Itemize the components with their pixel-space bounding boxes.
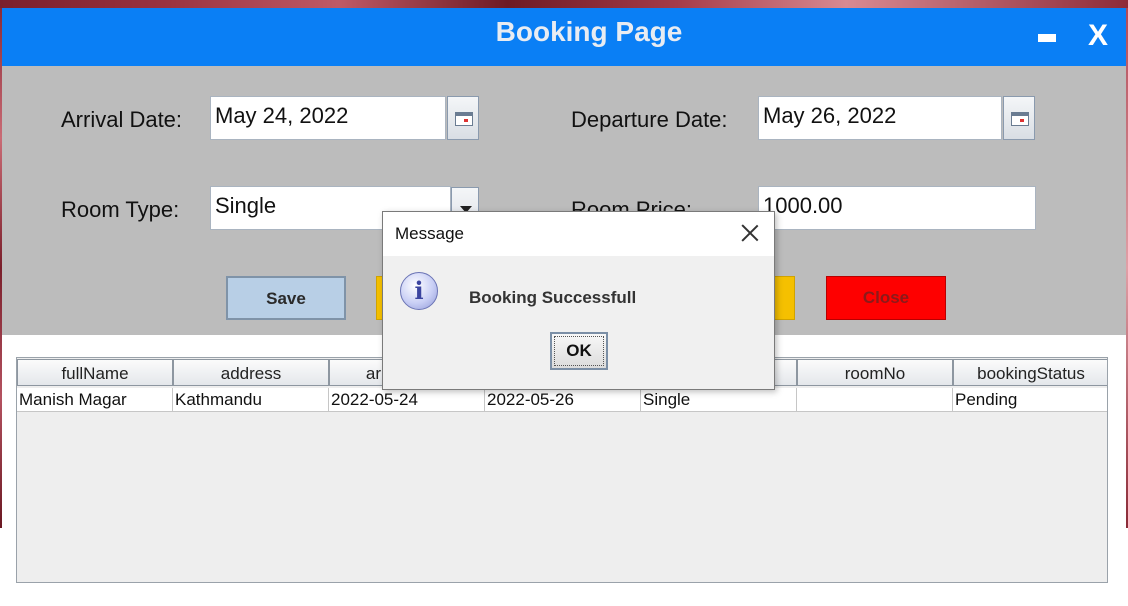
close-icon[interactable] (741, 224, 759, 242)
dialog-title: Message (395, 224, 464, 243)
arrival-date-picker-button[interactable] (447, 96, 479, 140)
column-header-bookingStatus[interactable]: bookingStatus (953, 359, 1107, 386)
table-cell-fullName[interactable]: Manish Magar (17, 388, 173, 412)
table-cell-departureDate[interactable]: 2022-05-26 (485, 388, 641, 412)
close-window-button[interactable]: X (1088, 16, 1108, 56)
table-cell-arrivalDate[interactable]: 2022-05-24 (329, 388, 485, 412)
title-bar: Booking Page X (2, 8, 1126, 66)
close-button[interactable]: Close (826, 276, 946, 320)
table-cell-address[interactable]: Kathmandu (173, 388, 329, 412)
desktop-background (0, 0, 1128, 8)
table-cell-bookingStatus[interactable]: Pending (953, 388, 1107, 412)
ok-button[interactable]: OK (550, 332, 608, 370)
save-button[interactable]: Save (226, 276, 346, 320)
room-price-field[interactable]: 1000.00 (758, 186, 1036, 230)
table-row[interactable]: Manish Magar Kathmandu 2022-05-24 2022-05-2… (17, 388, 1107, 412)
room-type-label: Room Type: (61, 197, 180, 222)
table-cell-roomType[interactable]: Single (641, 388, 797, 412)
departure-date-field[interactable]: May 26, 2022 (758, 96, 1002, 140)
arrival-date-field[interactable]: May 24, 2022 (210, 96, 446, 140)
info-icon: i (400, 272, 438, 310)
dialog-title-bar: Message (383, 212, 774, 256)
column-header-roomNo[interactable]: roomNo (797, 359, 953, 386)
bookings-table[interactable]: fullNameaddressarrivalDatedepartureDater… (16, 357, 1108, 583)
departure-date-picker-button[interactable] (1003, 96, 1035, 140)
ok-button-label: OK (554, 336, 604, 366)
message-dialog: Message i Booking Successfull OK (382, 211, 775, 390)
departure-date-label: Departure Date: (571, 107, 728, 132)
dialog-message: Booking Successfull (469, 288, 637, 307)
minimize-button[interactable] (1038, 34, 1056, 42)
column-header-fullName[interactable]: fullName (17, 359, 173, 386)
arrival-date-label: Arrival Date: (61, 107, 183, 132)
calendar-icon (455, 112, 473, 126)
table-cell-roomNo[interactable] (797, 388, 953, 412)
window-title: Booking Page (495, 16, 683, 47)
yellow-button-right[interactable] (774, 276, 795, 320)
calendar-icon (1011, 112, 1029, 126)
column-header-address[interactable]: address (173, 359, 329, 386)
